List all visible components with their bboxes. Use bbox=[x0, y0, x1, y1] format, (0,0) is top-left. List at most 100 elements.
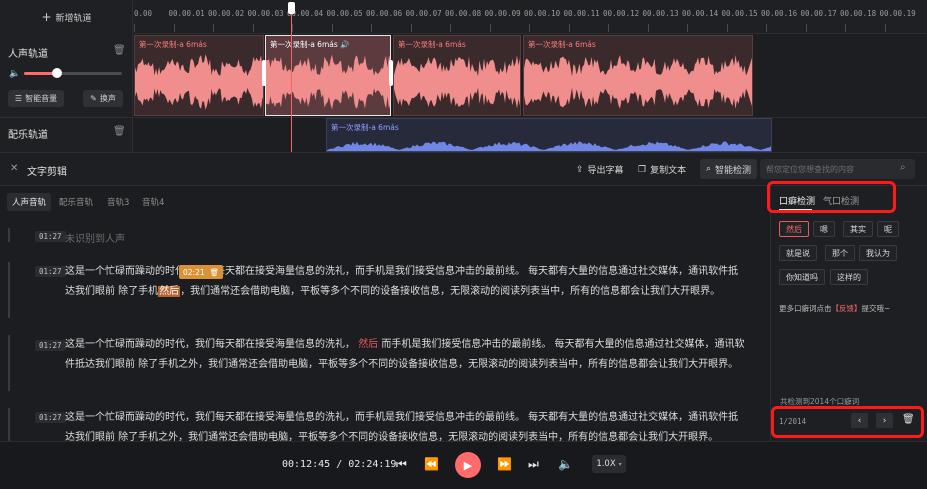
copy-text-button[interactable]: ❐ 复制文本 bbox=[638, 163, 686, 177]
word-popup[interactable]: 02:21 🗑 bbox=[179, 265, 224, 279]
ruler-tick bbox=[884, 24, 886, 32]
vocal-clip[interactable]: 第一次录制-a 6más bbox=[523, 35, 753, 116]
tab-track-3[interactable]: 音轨3 bbox=[107, 196, 129, 208]
filler-chip[interactable]: 我认为 bbox=[859, 245, 897, 261]
ruler-tick-label: 00.00.01 bbox=[168, 9, 205, 18]
voice-change-label: 换声 bbox=[99, 94, 116, 103]
ruler-tick bbox=[252, 24, 254, 32]
ruler-tick bbox=[568, 24, 570, 32]
vocal-clip-selected[interactable]: 第一次录制-a 6más 🔊 bbox=[265, 35, 391, 116]
close-icon[interactable]: ✕ bbox=[10, 163, 18, 174]
transcript-text: ，我们通常还会借助电脑，平板等多个不同的设备接收信息，无限滚动的阅读列表当中，所… bbox=[180, 286, 721, 297]
ruler-tick-label: 00.00.13 bbox=[642, 9, 679, 18]
ruler-tick bbox=[687, 24, 688, 32]
ruler-tick-label: 0.00 bbox=[134, 9, 153, 18]
vocal-clip[interactable]: 第一次录制-a 6más bbox=[393, 35, 521, 116]
music-track-delete-icon[interactable]: 🗑 bbox=[113, 126, 126, 137]
voice-change-button[interactable]: ✎ 换声 bbox=[83, 90, 123, 107]
smart-volume-button[interactable]: ☰ 智能音量 bbox=[8, 90, 64, 107]
ruler-tick-label: 00.00.17 bbox=[800, 9, 837, 18]
filler-chip-selected[interactable]: 然后 bbox=[779, 221, 809, 237]
ruler-tick-label: 00.00.14 bbox=[682, 9, 719, 18]
ruler-tick bbox=[608, 24, 609, 32]
playhead-handle[interactable] bbox=[288, 2, 295, 14]
fast-forward-icon[interactable]: ⏩ bbox=[497, 457, 512, 471]
smart-detect-button[interactable]: ⌕ 智能检测 bbox=[700, 159, 758, 179]
add-track-button[interactable]: + 新增轨道 bbox=[0, 0, 133, 34]
filler-chip[interactable]: 那个 bbox=[825, 245, 855, 261]
trash-icon[interactable]: 🗑 bbox=[210, 268, 220, 277]
music-waveform bbox=[327, 141, 771, 151]
ruler-tick bbox=[134, 24, 135, 32]
ruler-tick-label: 00.00.18 bbox=[840, 9, 877, 18]
clip-waveform bbox=[394, 55, 520, 109]
playback-speed-select[interactable]: 1.0X ▾ bbox=[592, 455, 626, 473]
annotation-box bbox=[771, 406, 924, 438]
ruler-tick bbox=[529, 24, 530, 32]
search-input[interactable] bbox=[766, 163, 896, 175]
clip-waveform bbox=[266, 54, 390, 110]
filler-chip[interactable]: 嗯 bbox=[813, 221, 835, 237]
waveform-shape bbox=[135, 54, 263, 110]
paragraph-timestamp: 01:27 bbox=[35, 231, 66, 242]
filler-chip[interactable]: 就是说 bbox=[779, 245, 817, 261]
paragraph-marker bbox=[8, 408, 10, 441]
ruler-tick-label: 00.00.15 bbox=[721, 9, 758, 18]
filler-chip[interactable]: 呢 bbox=[877, 221, 899, 237]
transcript-text: 这是一个忙碌而躁动的时代，我们每天都在接受海量信息的洗礼， bbox=[65, 339, 359, 350]
skip-to-end-icon[interactable]: ⏭ bbox=[528, 457, 539, 472]
music-clip[interactable]: 第一次录制-a 6más bbox=[326, 118, 772, 152]
clip-trim-handle-left[interactable] bbox=[262, 60, 266, 86]
export-subtitles-label: 导出字幕 bbox=[587, 166, 624, 176]
ruler-tick bbox=[371, 24, 372, 32]
ruler-tick bbox=[213, 24, 214, 32]
paragraph-timestamp: 01:27 bbox=[35, 266, 66, 277]
filler-word[interactable]: 然后 bbox=[358, 339, 378, 350]
transcript-paragraph[interactable]: 这是一个忙碌而躁动的时代，我们每天都在接受海量信息的洗礼， 然后 而手机是我们接… bbox=[65, 335, 745, 375]
tab-vocal-track[interactable]: 人声音轨 bbox=[7, 193, 52, 211]
waveform-shape bbox=[327, 141, 771, 151]
ruler-tick-label: 00.00.03 bbox=[247, 9, 284, 18]
transcript-paragraph[interactable]: 这是一个忙碌而躁动的时代，我们每天都在接受海量信息的洗礼，而手机是我们接受信息冲… bbox=[65, 408, 745, 441]
ruler-tick bbox=[489, 24, 491, 32]
export-icon: ⇪ bbox=[576, 164, 584, 175]
chevron-down-icon: ▾ bbox=[618, 460, 622, 468]
speaker-icon: 🔊 bbox=[340, 40, 350, 49]
ruler-tick-label: 00.00.06 bbox=[366, 9, 403, 18]
paragraph-marker bbox=[8, 262, 10, 318]
tab-track-4[interactable]: 音轨4 bbox=[142, 196, 164, 208]
waveform-shape bbox=[524, 55, 752, 109]
transcript-paragraph[interactable]: 这是一个忙碌而躁动的时代，我们每天都在接受海量信息的洗礼，而手机是我们接受信息冲… bbox=[65, 262, 745, 302]
plus-icon: + bbox=[41, 10, 52, 24]
speed-value: 1.0X bbox=[596, 459, 616, 469]
filler-chip[interactable]: 你知道吗 bbox=[779, 269, 825, 285]
filler-word[interactable]: 然后 bbox=[158, 286, 181, 297]
ruler-tick-label: 00.00.10 bbox=[524, 9, 561, 18]
ruler-tick bbox=[331, 24, 333, 32]
playback-time: 00:12:45 / 02:24:19 bbox=[282, 459, 396, 470]
ruler-tick bbox=[450, 24, 451, 32]
vocal-track-delete-icon[interactable]: 🗑 bbox=[113, 45, 126, 56]
rewind-icon[interactable]: ⏪ bbox=[424, 457, 439, 471]
ruler-tick-label: 00.00.02 bbox=[208, 9, 245, 18]
vocal-clip[interactable]: 第一次录制-a 6más bbox=[134, 35, 264, 116]
feedback-link[interactable]: 【反馈】 bbox=[832, 304, 862, 313]
playhead-line[interactable] bbox=[291, 10, 292, 152]
filler-chip[interactable]: 这样的 bbox=[830, 269, 868, 285]
volume-icon[interactable]: 🔈 bbox=[558, 457, 573, 471]
skip-to-start-icon[interactable]: ⏮ bbox=[396, 457, 407, 472]
ruler-tick bbox=[647, 24, 649, 32]
time-ruler[interactable]: 0.00 00.00.01 00.00.02 00.00.03 00.00.04 00.0… bbox=[133, 0, 927, 34]
search-icon[interactable]: ⌕ bbox=[900, 162, 906, 173]
filler-chip[interactable]: 其实 bbox=[843, 221, 873, 237]
export-subtitles-button[interactable]: ⇪ 导出字幕 bbox=[576, 163, 624, 177]
play-button[interactable]: ▶ bbox=[455, 452, 481, 478]
smart-volume-label: 智能音量 bbox=[25, 94, 58, 103]
vocal-volume-knob[interactable] bbox=[52, 68, 62, 78]
paragraph-timestamp: 01:27 bbox=[35, 412, 66, 423]
clip-title: 第一次录制-a 6más bbox=[398, 40, 466, 49]
copy-icon: ❐ bbox=[638, 164, 647, 175]
tab-music-track[interactable]: 配乐音轨 bbox=[59, 196, 93, 208]
feedback-suffix: 提交哦~ bbox=[861, 304, 891, 313]
ruler-tick bbox=[845, 24, 846, 32]
